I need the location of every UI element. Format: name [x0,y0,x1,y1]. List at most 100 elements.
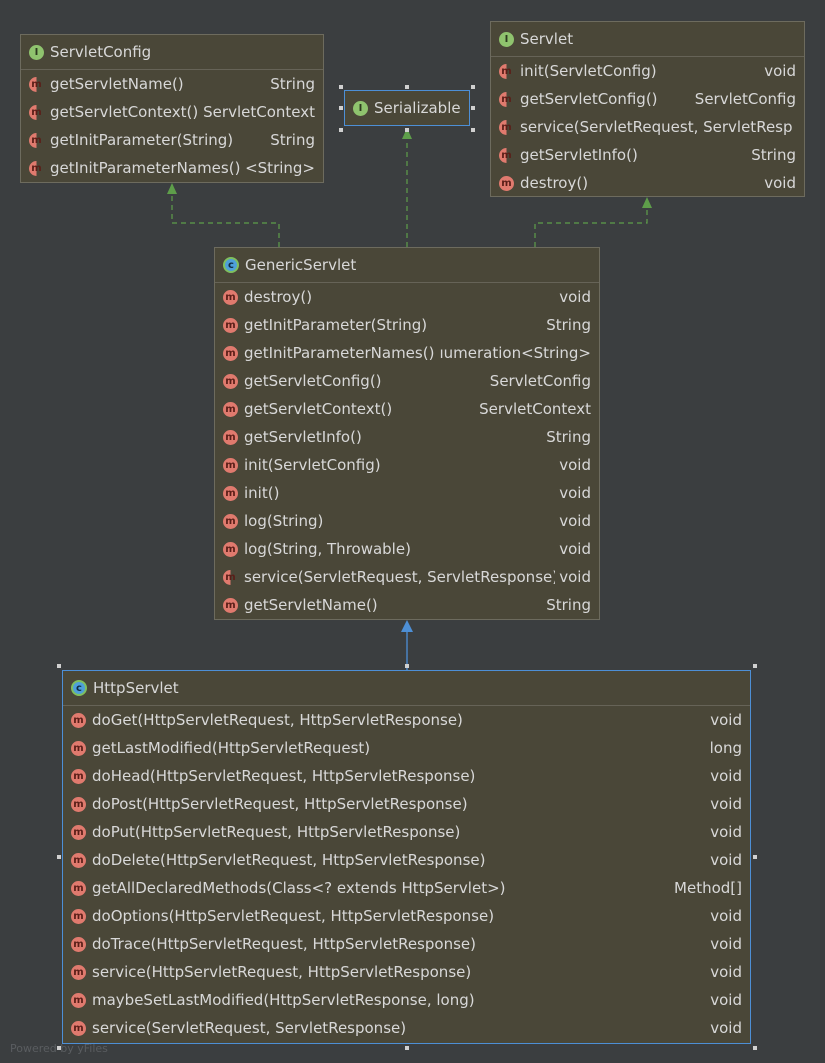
method-return-type: <String> [241,159,315,177]
method-row[interactable]: m doPost(HttpServletRequest, HttpServletR… [63,790,750,818]
method-signature: getInitParameterNames() [50,159,241,177]
method-row[interactable]: m init() void [215,479,599,507]
method-return-type: void [760,62,796,80]
class-genericservlet[interactable]: c GenericServlet m destroy() void m getInitP… [214,247,600,620]
method-icon: m [71,1020,86,1036]
interface-servlet[interactable]: I Servlet m init(ServletConfig) void m getSe… [490,21,805,197]
method-return-type: String [542,428,591,446]
method-row[interactable]: m doPut(HttpServletRequest, HttpServletRe… [63,818,750,846]
method-icon: m [223,569,238,585]
method-row[interactable]: m doGet(HttpServletRequest, HttpServletRe… [63,706,750,734]
method-row[interactable]: m service(HttpServletRequest, HttpServlet… [63,958,750,986]
selection-handle[interactable] [405,128,409,132]
method-signature: getLastModified(HttpServletRequest) [92,739,371,757]
edge-arrowhead [401,620,413,632]
method-signature: doTrace(HttpServletRequest, HttpServletR… [92,935,476,953]
method-row[interactable]: m service(ServletRequest, ServletRespon [491,113,804,141]
method-return-type: ServletContext [199,103,315,121]
method-row[interactable]: m service(ServletRequest, ServletResponse… [63,1014,750,1042]
method-row[interactable]: m log(String, Throwable) void [215,535,599,563]
method-row[interactable]: m getServletName() String [215,591,599,619]
selection-handle[interactable] [339,85,343,89]
method-return-type: long [705,739,742,757]
watermark: Powered by yFiles [10,1042,108,1055]
class-httpservlet[interactable]: c HttpServlet m doGet(HttpServletRequest,… [62,670,751,1044]
selection-handle[interactable] [405,85,409,89]
interface-icon: I [29,44,44,60]
method-return-type: void [706,935,742,953]
method-row[interactable]: m init(ServletConfig) void [491,57,804,85]
method-row[interactable]: m getServletName() String [21,70,323,98]
method-return-type: void [555,540,591,558]
method-return-type: ServletConfig [485,372,591,390]
node-header: I Servlet [491,22,804,57]
node-title: ServletConfig [50,43,152,61]
method-signature: service(ServletRequest, ServletRespon [520,118,792,136]
method-return-type: String [266,75,315,93]
abstract-class-icon: c [71,680,87,696]
method-row[interactable]: m maybeSetLastModified(HttpServletRespons… [63,986,750,1014]
method-row[interactable]: m getServletConfig() ServletConfig [215,367,599,395]
node-header: c GenericServlet [215,248,599,283]
method-row[interactable]: m getServletContext() ServletContext [215,395,599,423]
method-row[interactable]: m doTrace(HttpServletRequest, HttpServlet… [63,930,750,958]
method-row[interactable]: m init(ServletConfig) void [215,451,599,479]
selection-handle[interactable] [405,1046,409,1050]
method-return-type: void [706,963,742,981]
selection-handle[interactable] [753,664,757,668]
selection-handle[interactable] [471,128,475,132]
method-signature: init(ServletConfig) [244,456,381,474]
method-icon: m [223,429,238,445]
method-row[interactable]: m getAllDeclaredMethods(Class<? extends H… [63,874,750,902]
selection-handle[interactable] [753,1046,757,1050]
method-signature: getAllDeclaredMethods(Class<? extends Ht… [92,879,506,897]
selection-handle[interactable] [405,664,409,668]
method-row[interactable]: m destroy() void [215,283,599,311]
method-row[interactable]: m getInitParameter(String) String [21,126,323,154]
edge-genericservlet-servletconfig[interactable] [171,193,280,247]
abstract-class-icon: c [223,257,239,273]
method-row[interactable]: m log(String) void [215,507,599,535]
method-icon: m [29,160,44,176]
method-return-type: void [706,1019,742,1037]
selection-handle[interactable] [471,106,475,110]
interface-icon: I [353,100,368,116]
selection-handle[interactable] [339,128,343,132]
method-row[interactable]: m getServletInfo() String [491,141,804,169]
method-signature: init() [244,484,280,502]
method-row[interactable]: m getInitParameter(String) String [215,311,599,339]
method-row[interactable]: m getInitParameterNames() ıumeration<Strin… [215,339,599,367]
selection-handle[interactable] [57,855,61,859]
interface-servletconfig[interactable]: I ServletConfig m getServletName() String m… [20,34,324,183]
method-row[interactable]: m doHead(HttpServletRequest, HttpServletR… [63,762,750,790]
method-icon: m [71,908,86,924]
method-row[interactable]: m getServletInfo() String [215,423,599,451]
method-row[interactable]: m getServletContext() ServletContext [21,98,323,126]
node-header: I Serializable [345,91,469,125]
method-signature: doPost(HttpServletRequest, HttpServletRe… [92,795,468,813]
method-return-type: void [706,851,742,869]
method-row[interactable]: m getInitParameterNames() <String> [21,154,323,182]
method-row[interactable]: m service(ServletRequest, ServletResponse… [215,563,599,591]
method-icon: m [223,485,238,501]
method-row[interactable]: m destroy() void [491,169,804,197]
selection-handle[interactable] [57,664,61,668]
method-icon: m [71,740,86,756]
method-row[interactable]: m doDelete(HttpServletRequest, HttpServle… [63,846,750,874]
edge-genericservlet-servlet[interactable] [534,207,648,247]
selection-handle[interactable] [753,855,757,859]
method-signature: getServletConfig() [244,372,382,390]
method-signature: getServletContext() [50,103,199,121]
method-signature: getInitParameter(String) [50,131,234,149]
method-row[interactable]: m getLastModified(HttpServletRequest) long [63,734,750,762]
selection-handle[interactable] [471,85,475,89]
method-row[interactable]: m getServletConfig() ServletConfig [491,85,804,113]
method-icon: m [29,104,44,120]
method-return-type: void [706,795,742,813]
method-icon: m [223,345,238,361]
selection-handle[interactable] [339,106,343,110]
method-return-type: void [555,456,591,474]
method-return-type: void [706,767,742,785]
interface-serializable[interactable]: I Serializable [344,90,470,126]
method-row[interactable]: m doOptions(HttpServletRequest, HttpServl… [63,902,750,930]
